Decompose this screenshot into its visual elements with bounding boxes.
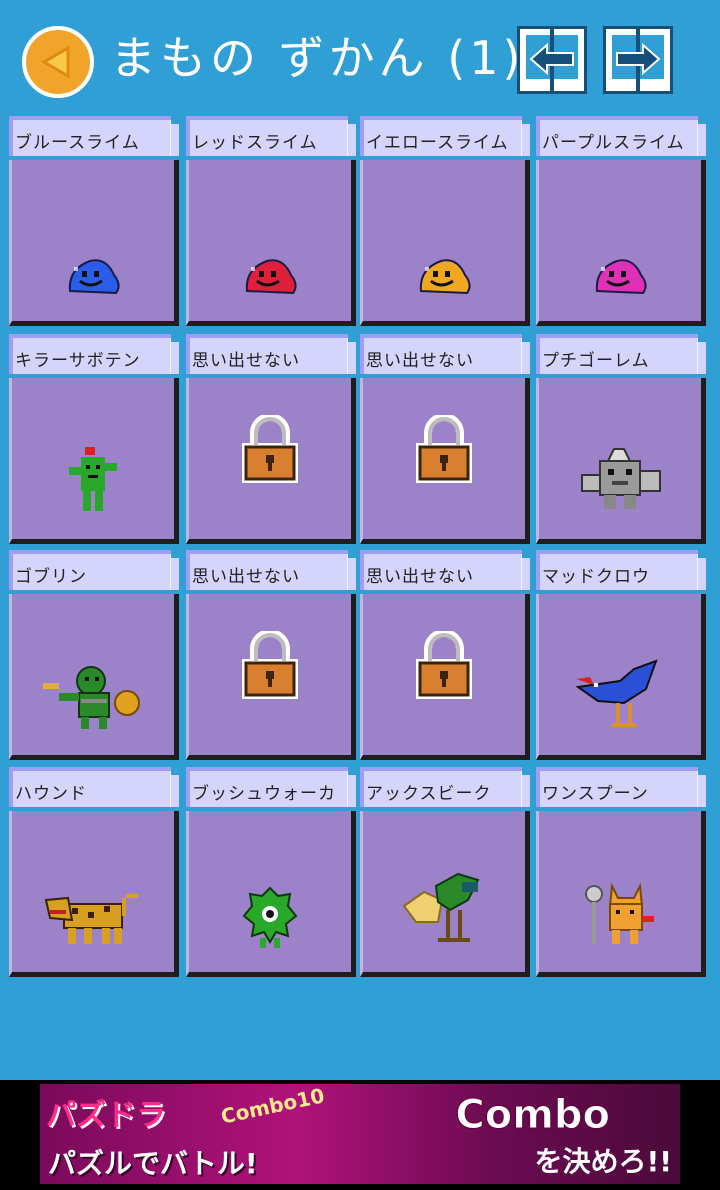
monster-name: アックスビーク (366, 784, 492, 804)
monster-name: ハウンド (15, 784, 87, 804)
monster-card[interactable]: イエロースライム (360, 116, 530, 326)
monster-name: 思い出せない (192, 567, 300, 587)
arrow-left-icon (529, 43, 574, 75)
monster-name: 思い出せない (366, 567, 474, 587)
monster-card[interactable]: プチゴーレム (536, 334, 706, 544)
monster-name: ブルースライム (15, 133, 140, 153)
monster-card[interactable]: 思い出せない (186, 550, 356, 760)
back-arrow-icon (41, 45, 70, 79)
monster-card[interactable]: 思い出せない (186, 334, 356, 544)
ad-combo-text: Combo (455, 1092, 611, 1139)
card-tab: 思い出せない (360, 550, 530, 590)
card-body (360, 811, 530, 977)
killer-cactus-icon (63, 443, 123, 521)
card-body (536, 160, 706, 326)
monster-card[interactable]: アックスビーク (360, 767, 530, 977)
card-body (9, 811, 179, 977)
ad-combo-sub: を決めろ!! (534, 1145, 672, 1178)
monster-name: ワンスプーン (542, 784, 649, 804)
card-body (536, 378, 706, 544)
card-tab: 思い出せない (186, 334, 356, 374)
lock-icon (412, 628, 476, 707)
monster-name: イエロースライム (366, 133, 509, 153)
monster-name: プチゴーレム (542, 351, 650, 371)
petit-golem-icon (574, 445, 666, 521)
card-tab: アックスビーク (360, 767, 530, 807)
monster-card[interactable]: キラーサボテン (9, 334, 179, 544)
bush-walker-icon (242, 886, 298, 954)
card-tab: ハウンド (9, 767, 179, 807)
card-tab: ブルースライム (9, 116, 179, 156)
page-title: まもの ずかん (1) (110, 31, 525, 85)
card-tab: キラーサボテン (9, 334, 179, 374)
prev-page-button[interactable] (517, 26, 587, 94)
card-body (536, 594, 706, 760)
card-body (360, 378, 530, 544)
card-tab: レッドスライム (186, 116, 356, 156)
card-body (186, 811, 356, 977)
header: まもの ずかん (1) (0, 0, 720, 110)
card-tab: イエロースライム (360, 116, 530, 156)
card-body (9, 594, 179, 760)
card-tab: 思い出せない (186, 550, 356, 590)
card-tab: ゴブリン (9, 550, 179, 590)
monster-card[interactable]: 思い出せない (360, 334, 530, 544)
monster-name: ブッシュウォーカ (192, 784, 336, 804)
monster-card[interactable]: ブッシュウォーカ (186, 767, 356, 977)
card-tab: ブッシュウォーカ (186, 767, 356, 807)
monster-card[interactable]: ハウンド (9, 767, 179, 977)
goblin-icon (41, 663, 145, 737)
lock-icon (412, 412, 476, 491)
next-page-button[interactable] (603, 26, 673, 94)
monster-card[interactable]: マッドクロウ (536, 550, 706, 760)
ad-combo-counter: Combo10 (218, 1084, 327, 1129)
monster-name: 思い出せない (366, 351, 474, 371)
monster-card[interactable]: レッドスライム (186, 116, 356, 326)
ad-banner[interactable]: パズドラ パズルでバトル! Combo10 Combo を決めろ!! (0, 1080, 720, 1190)
monster-card[interactable]: ブルースライム (9, 116, 179, 326)
ad-image[interactable]: パズドラ パズルでバトル! Combo10 Combo を決めろ!! (40, 1084, 680, 1184)
monster-name: パープルスライム (542, 133, 685, 153)
monster-card[interactable]: パープルスライム (536, 116, 706, 326)
one-spoon-icon (584, 880, 656, 954)
card-body (9, 160, 179, 326)
card-tab: 思い出せない (360, 334, 530, 374)
card-tab: マッドクロウ (536, 550, 706, 590)
blue-slime-icon (64, 255, 122, 303)
ad-logo: パズドラ (46, 1098, 166, 1133)
card-tab: ワンスプーン (536, 767, 706, 807)
monster-card[interactable]: ゴブリン (9, 550, 179, 760)
card-body (186, 378, 356, 544)
axe-beak-icon (402, 866, 486, 954)
card-tab: パープルスライム (536, 116, 706, 156)
ad-tagline: パズルでバトル! (48, 1147, 258, 1180)
monster-name: 思い出せない (192, 351, 300, 371)
monster-name: ゴブリン (15, 567, 87, 587)
red-slime-icon (241, 255, 299, 303)
monster-card[interactable]: ワンスプーン (536, 767, 706, 977)
lock-icon (238, 628, 302, 707)
card-body (360, 594, 530, 760)
monster-name: レッドスライム (192, 133, 318, 153)
monster-card[interactable]: 思い出せない (360, 550, 530, 760)
purple-slime-icon (591, 255, 649, 303)
back-button[interactable] (22, 26, 94, 98)
card-body (186, 594, 356, 760)
card-tab: プチゴーレム (536, 334, 706, 374)
hound-icon (44, 892, 142, 954)
monster-name: マッドクロウ (542, 567, 650, 587)
card-body (9, 378, 179, 544)
monster-name: キラーサボテン (15, 351, 141, 371)
yellow-slime-icon (415, 255, 473, 303)
card-body (536, 811, 706, 977)
card-body (360, 160, 530, 326)
card-body (186, 160, 356, 326)
mad-crow-icon (574, 659, 666, 737)
lock-icon (238, 412, 302, 491)
arrow-right-icon (616, 43, 661, 75)
